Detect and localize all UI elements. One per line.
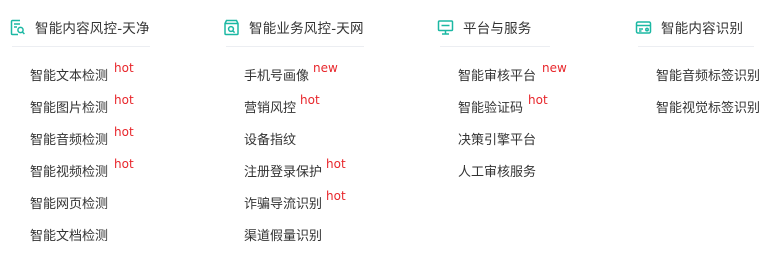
new-badge: new	[542, 61, 567, 75]
column-items: 智能文本检测 hot 智能图片检测 hot 智能音频检测 hot 智能视频检测 hot …	[30, 61, 134, 253]
menu-item-label: 注册登录保护	[244, 165, 323, 180]
menu-item[interactable]: 人工审核服务	[458, 157, 536, 189]
menu-item-label: 智能视觉标签识别	[656, 101, 761, 116]
column-divider	[440, 46, 550, 47]
column-divider	[12, 46, 150, 47]
menu-item[interactable]: 智能文本检测 hot	[30, 61, 134, 93]
column-header[interactable]: 平台与服务	[437, 16, 532, 38]
menu-item-label: 决策引擎平台	[458, 133, 537, 148]
new-badge: new	[313, 61, 338, 75]
column-title: 智能内容识别	[661, 21, 744, 37]
menu-item-label: 智能验证码	[458, 101, 524, 116]
column-title: 智能业务风控-天网	[249, 21, 364, 37]
menu-item[interactable]: 智能审核平台 new	[458, 61, 567, 93]
hot-badge: hot	[114, 93, 134, 107]
menu-item-label: 设备指纹	[244, 133, 297, 148]
menu-item[interactable]: 决策引擎平台	[458, 125, 536, 157]
menu-item-label: 营销风控	[244, 101, 297, 116]
menu-item[interactable]: 设备指纹	[244, 125, 322, 157]
column-header[interactable]: 智能业务风控-天网	[223, 16, 364, 38]
column-title: 智能内容风控-天净	[35, 21, 150, 37]
menu-item[interactable]: 智能视觉标签识别	[656, 93, 760, 125]
menu-item[interactable]: 智能音频检测 hot	[30, 125, 134, 157]
column-divider	[226, 46, 364, 47]
content-audit-icon	[9, 19, 26, 36]
menu-item[interactable]: 营销风控 hot	[244, 93, 322, 125]
hot-badge: hot	[114, 157, 134, 171]
column-items: 手机号画像 new 营销风控 hot 设备指纹 注册登录保护 hot 诈骗导流识别 ho…	[244, 61, 346, 253]
menu-item-label: 智能文本检测	[30, 69, 109, 84]
hot-badge: hot	[528, 93, 548, 107]
menu-item-label: 智能视频检测	[30, 165, 109, 180]
column-header[interactable]: 智能内容风控-天净	[9, 16, 150, 38]
hot-badge: hot	[114, 125, 134, 139]
menu-item[interactable]: 智能图片检测 hot	[30, 93, 134, 125]
menu-item[interactable]: 渠道假量识别	[244, 221, 322, 253]
menu-item[interactable]: 智能文档检测	[30, 221, 108, 253]
menu-item[interactable]: 智能网页检测	[30, 189, 108, 221]
menu-item[interactable]: 智能视频检测 hot	[30, 157, 134, 189]
hot-badge: hot	[326, 189, 346, 203]
column-divider	[638, 46, 754, 47]
menu-item-label: 手机号画像	[244, 69, 310, 84]
menu-item-label: 智能音频检测	[30, 133, 109, 148]
menu-item[interactable]: 诈骗导流识别 hot	[244, 189, 346, 221]
menu-item-label: 人工审核服务	[458, 165, 537, 180]
menu-item[interactable]: 智能音频标签识别	[656, 61, 760, 93]
column-items: 智能审核平台 new 智能验证码 hot 决策引擎平台 人工审核服务	[458, 61, 567, 189]
column-items: 智能音频标签识别 智能视觉标签识别	[656, 61, 760, 125]
hot-badge: hot	[326, 157, 346, 171]
menu-item-label: 诈骗导流识别	[244, 197, 323, 212]
menu-item-label: 智能审核平台	[458, 69, 537, 84]
menu-item-label: 智能图片检测	[30, 101, 109, 116]
column-header[interactable]: 智能内容识别	[635, 16, 743, 38]
id-card-icon	[635, 19, 652, 36]
menu-item-label: 智能文档检测	[30, 229, 109, 244]
business-risk-icon	[223, 19, 240, 36]
menu-item-label: 智能音频标签识别	[656, 69, 761, 84]
hot-badge: hot	[300, 93, 320, 107]
menu-item[interactable]: 注册登录保护 hot	[244, 157, 346, 189]
menu-item[interactable]: 智能验证码 hot	[458, 93, 548, 125]
menu-item-label: 智能网页检测	[30, 197, 109, 212]
column-title: 平台与服务	[463, 21, 532, 37]
menu-item-label: 渠道假量识别	[244, 229, 323, 244]
hot-badge: hot	[114, 61, 134, 75]
monitor-icon	[437, 19, 454, 36]
